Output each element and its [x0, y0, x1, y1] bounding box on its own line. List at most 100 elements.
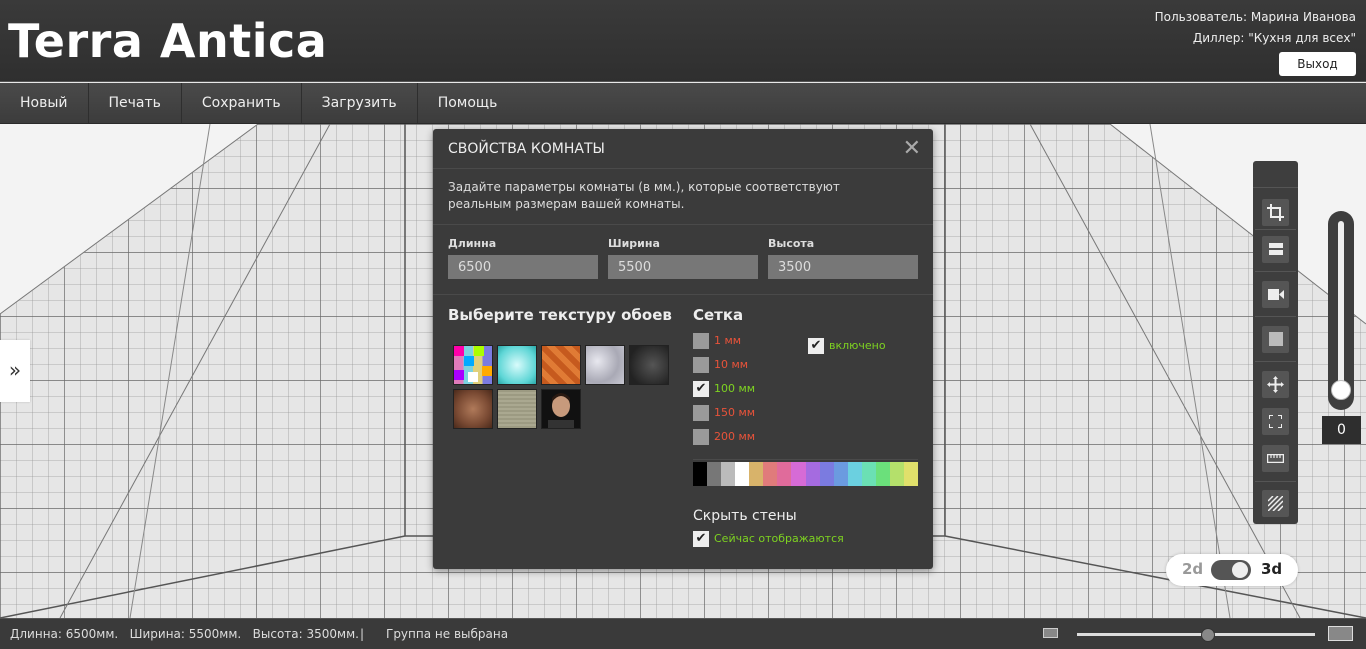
- fullscreen-icon[interactable]: [1262, 408, 1289, 435]
- texture-beige-linen[interactable]: [497, 389, 537, 429]
- height-input[interactable]: [768, 255, 918, 279]
- dialog-divider: [433, 294, 933, 295]
- grid-color-swatch[interactable]: [875, 462, 890, 486]
- close-icon[interactable]: ✕: [903, 138, 921, 160]
- grid-color-swatch[interactable]: [693, 462, 708, 486]
- zoom-out-icon[interactable]: [1043, 628, 1058, 638]
- grid-100mm-checkbox[interactable]: ✔: [693, 381, 709, 397]
- grid-color-swatch[interactable]: [847, 462, 862, 486]
- grid-color-swatch[interactable]: [763, 462, 778, 486]
- texture-dark-concrete[interactable]: [629, 345, 669, 385]
- view-mode-switch-knob: [1232, 562, 1248, 578]
- menu-save[interactable]: Сохранить: [182, 83, 302, 123]
- hide-walls-option[interactable]: ✔ Сейчас отображаются: [693, 531, 873, 547]
- crop-icon[interactable]: [1262, 199, 1289, 226]
- zoom-slider-handle[interactable]: [1331, 380, 1351, 400]
- menu-new[interactable]: Новый: [0, 83, 89, 123]
- logout-button[interactable]: Выход: [1279, 52, 1356, 76]
- grid-1mm-checkbox[interactable]: [693, 333, 709, 349]
- dialog-divider: [433, 224, 933, 225]
- texture-orange-diamond[interactable]: [541, 345, 581, 385]
- menu-help[interactable]: Помощь: [418, 83, 518, 123]
- toolbar-divider: [1255, 316, 1296, 317]
- dialog-title: СВОЙСТВА КОМНАТЫ: [448, 141, 605, 157]
- main-menu: Новый Печать Сохранить Загрузить Помощь: [0, 83, 1366, 124]
- side-panel-toggle-icon[interactable]: »: [0, 340, 30, 402]
- length-input[interactable]: [448, 255, 598, 279]
- texture-section-title: Выберите текстуру обоев: [448, 306, 672, 324]
- grid-150mm-label: 150 мм: [714, 406, 756, 419]
- texture-portrait-photo[interactable]: [541, 389, 581, 429]
- grid-200mm-checkbox[interactable]: [693, 429, 709, 445]
- view-3d-label[interactable]: 3d: [1261, 560, 1282, 578]
- user-info: Пользователь: Марина Иванова Диллер: "Ку…: [1155, 7, 1356, 49]
- grid-color-palette: [693, 462, 918, 486]
- grid-150mm-checkbox[interactable]: [693, 405, 709, 421]
- dialog-divider: [433, 168, 933, 169]
- grid-color-swatch[interactable]: [819, 462, 834, 486]
- texture-turquoise[interactable]: [497, 345, 537, 385]
- dialog-description: Задайте параметры комнаты (в мм.), котор…: [448, 180, 840, 211]
- texture-colorful-tiles[interactable]: [453, 345, 493, 385]
- grid-100mm-label: 100 мм: [714, 382, 756, 395]
- layer-icon[interactable]: [1262, 236, 1289, 263]
- square-icon[interactable]: [1262, 326, 1289, 353]
- hide-walls-title: Скрыть стены: [693, 508, 797, 524]
- right-toolbar: [1253, 161, 1298, 524]
- toolbar-divider: [1255, 481, 1296, 482]
- grid-enabled-option[interactable]: ✔ включено: [808, 338, 918, 354]
- ruler-icon[interactable]: [1262, 445, 1289, 472]
- view-mode-toggle[interactable]: 2d 3d: [1166, 554, 1298, 586]
- app-header: Terra Antica Пользователь: Марина Иванов…: [0, 0, 1366, 82]
- grid-10mm-label: 10 мм: [714, 358, 749, 371]
- texture-brown-leather[interactable]: [453, 389, 493, 429]
- status-group: Группа не выбрана: [386, 627, 509, 641]
- menu-print[interactable]: Печать: [89, 83, 182, 123]
- zoom-slider-track: [1338, 221, 1344, 391]
- grid-option-100mm[interactable]: ✔ 100 мм: [693, 381, 813, 397]
- status-dimensions: Длинна: 6500мм. Ширина: 5500мм. Высота: …: [10, 627, 359, 641]
- grid-section-title: Сетка: [693, 306, 744, 324]
- camera-icon[interactable]: [1262, 281, 1289, 308]
- grid-10mm-checkbox[interactable]: [693, 357, 709, 373]
- grid-color-swatch[interactable]: [903, 462, 918, 486]
- grid-color-swatch[interactable]: [833, 462, 848, 486]
- dialog-divider: [693, 459, 918, 460]
- move-icon[interactable]: [1262, 371, 1289, 398]
- grid-color-swatch[interactable]: [805, 462, 820, 486]
- room-properties-dialog: СВОЙСТВА КОМНАТЫ ✕ Задайте параметры ком…: [433, 129, 933, 569]
- view-mode-switch[interactable]: [1211, 560, 1251, 580]
- menu-load[interactable]: Загрузить: [302, 83, 418, 123]
- grid-option-200mm[interactable]: 200 мм: [693, 429, 813, 445]
- user-name: Пользователь: Марина Иванова: [1154, 10, 1356, 24]
- grid-1mm-label: 1 мм: [714, 334, 742, 347]
- grid-200mm-label: 200 мм: [714, 430, 756, 443]
- hide-walls-checkbox[interactable]: ✔: [693, 531, 709, 547]
- status-zoom-track[interactable]: [1077, 633, 1315, 636]
- grid-color-swatch[interactable]: [749, 462, 764, 486]
- hide-walls-label: Сейчас отображаются: [714, 532, 844, 545]
- view-2d-label[interactable]: 2d: [1182, 560, 1203, 578]
- toolbar-divider: [1255, 271, 1296, 272]
- grid-enabled-checkbox[interactable]: ✔: [808, 338, 824, 354]
- grid-color-swatch[interactable]: [777, 462, 792, 486]
- hatch-icon[interactable]: [1262, 490, 1289, 517]
- grid-color-swatch[interactable]: [707, 462, 722, 486]
- grid-color-swatch[interactable]: [889, 462, 904, 486]
- toolbar-header: [1253, 161, 1298, 188]
- grid-color-swatch[interactable]: [861, 462, 876, 486]
- grid-color-swatch[interactable]: [735, 462, 750, 486]
- width-input[interactable]: [608, 255, 758, 279]
- zoom-value: 0: [1322, 416, 1361, 444]
- grid-option-1mm[interactable]: 1 мм: [693, 333, 813, 349]
- grid-option-10mm[interactable]: 10 мм: [693, 357, 813, 373]
- status-separator: |: [360, 627, 365, 641]
- status-zoom-handle[interactable]: [1200, 628, 1215, 642]
- grid-color-swatch[interactable]: [791, 462, 806, 486]
- grid-color-swatch[interactable]: [721, 462, 736, 486]
- zoom-slider[interactable]: [1328, 211, 1354, 410]
- grid-option-150mm[interactable]: 150 мм: [693, 405, 813, 421]
- height-label: Высота: [768, 237, 815, 250]
- texture-marble[interactable]: [585, 345, 625, 385]
- zoom-in-icon[interactable]: [1328, 626, 1353, 641]
